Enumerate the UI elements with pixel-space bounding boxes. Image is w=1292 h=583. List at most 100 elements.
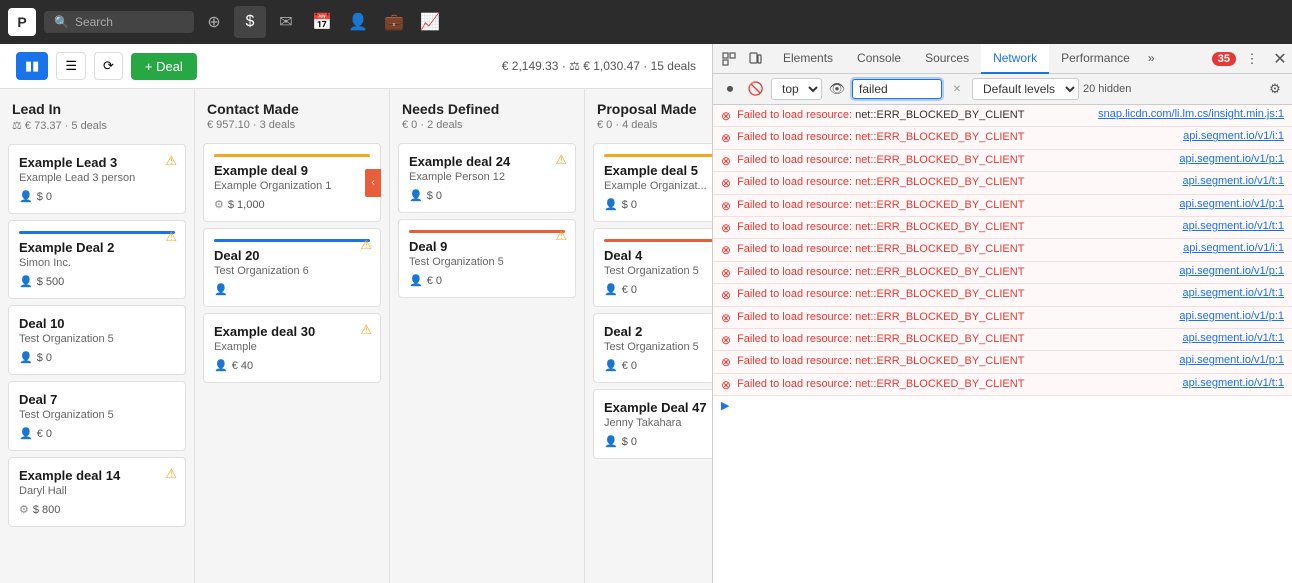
log-message: Failed to load resource: net::ERR_BLOCKE…	[737, 310, 1173, 325]
deal-card[interactable]: Example deal 30 Example 👤 € 40 ⚠	[203, 313, 381, 383]
log-source[interactable]: api.segment.io/v1/t:1	[1182, 332, 1284, 344]
deal-card[interactable]: Deal 2 Test Organization 5 👤 € 0	[593, 313, 712, 383]
view-list-button[interactable]: ☰	[56, 52, 86, 80]
log-source[interactable]: api.segment.io/v1/p:1	[1179, 265, 1284, 277]
nav-briefcase-icon[interactable]: 💼	[378, 6, 410, 38]
add-deal-button[interactable]: + Deal	[131, 53, 197, 80]
deal-title: Example deal 30	[214, 324, 370, 339]
column-header-contact-made: Contact Made € 957.10 · 3 deals	[195, 89, 389, 139]
tab-elements[interactable]: Elements	[771, 44, 845, 74]
search-box[interactable]: 🔍 Search	[44, 11, 194, 33]
log-source[interactable]: api.segment.io/v1/p:1	[1179, 153, 1284, 165]
view-kanban-button[interactable]: ▮▮	[16, 52, 48, 80]
log-source[interactable]: api.segment.io/v1/p:1	[1179, 198, 1284, 210]
log-source[interactable]: api.segment.io/v1/i:1	[1183, 242, 1284, 254]
deal-org: Jenny Takahara	[604, 417, 712, 429]
log-source[interactable]: api.segment.io/v1/t:1	[1182, 287, 1284, 299]
deal-card[interactable]: Example Deal 2 Simon Inc. 👤 $ 500 ⚠	[8, 220, 186, 299]
person-icon: 👤	[214, 283, 228, 296]
deal-card[interactable]: Deal 10 Test Organization 5 👤 $ 0	[8, 305, 186, 375]
nav-calendar-icon[interactable]: 📅	[306, 6, 338, 38]
log-expand-arrow[interactable]: ▶	[713, 396, 1292, 415]
deal-arrow-icon: ‹	[365, 169, 381, 197]
log-source[interactable]: snap.licdn.com/li.lm.cs/insight.min.js:1	[1098, 108, 1284, 120]
deal-card[interactable]: Example Deal 47 Jenny Takahara 👤 $ 0	[593, 389, 712, 459]
filter-input[interactable]	[852, 79, 942, 99]
deal-amount: $ 0	[37, 352, 52, 364]
warning-icon: ⚠	[555, 152, 567, 168]
color-bar	[214, 239, 370, 242]
log-source[interactable]: api.segment.io/v1/t:1	[1182, 175, 1284, 187]
inspect-element-icon[interactable]	[717, 47, 741, 71]
nav-chart-icon[interactable]: 📈	[414, 6, 446, 38]
view-settings-button[interactable]: ⟳	[94, 52, 123, 80]
settings-icon[interactable]: ⚙	[1264, 78, 1286, 100]
person-icon: 👤	[19, 351, 33, 364]
nav-mail-icon[interactable]: ✉	[270, 6, 302, 38]
column-cards-needs-defined: Example deal 24 Example Person 12 👤 $ 0 …	[390, 139, 584, 583]
devtools-toolbar: ⏺ 🚫 top 👁 ✕ Default levels 20 hidden ⚙	[713, 74, 1292, 105]
deal-org: Test Organization 6	[214, 265, 370, 277]
log-source[interactable]: api.segment.io/v1/t:1	[1182, 220, 1284, 232]
deal-amount: $ 0	[427, 190, 442, 202]
log-source[interactable]: api.segment.io/v1/i:1	[1183, 130, 1284, 142]
deal-card[interactable]: Deal 20 Test Organization 6 👤 ⚠	[203, 228, 381, 307]
clear-log-icon[interactable]: 🚫	[745, 78, 767, 100]
person-icon: 👤	[604, 435, 618, 448]
error-icon: ⊗	[721, 333, 731, 347]
tab-more[interactable]: »	[1142, 44, 1161, 74]
deal-amount: $ 500	[37, 276, 65, 288]
deal-amount: $ 1,000	[228, 199, 265, 211]
nav-person-icon[interactable]: 👤	[342, 6, 374, 38]
devtools-close-button[interactable]: ✕	[1268, 47, 1292, 71]
nav-dollar-icon[interactable]: $	[234, 6, 266, 38]
deal-card[interactable]: Deal 7 Test Organization 5 👤 € 0	[8, 381, 186, 451]
log-message: Failed to load resource: net::ERR_BLOCKE…	[737, 332, 1176, 347]
log-message: Failed to load resource: net::ERR_BLOCKE…	[737, 265, 1173, 280]
tab-console[interactable]: Console	[845, 44, 913, 74]
deal-card[interactable]: Example deal 14 Daryl Hall ⚙ $ 800 ⚠	[8, 457, 186, 527]
color-bar	[604, 154, 712, 157]
device-toggle-icon[interactable]	[743, 47, 767, 71]
deal-footer: 👤 $ 0	[409, 189, 565, 202]
eye-icon[interactable]: 👁	[826, 78, 848, 100]
nav-target-icon[interactable]: ⊕	[198, 6, 230, 38]
stop-recording-icon[interactable]: ⏺	[719, 78, 741, 100]
app-logo[interactable]: P	[8, 8, 36, 36]
scope-selector[interactable]: top	[771, 78, 822, 100]
error-icon: ⊗	[721, 109, 731, 123]
log-message: Failed to load resource: net::ERR_BLOCKE…	[737, 377, 1176, 392]
deal-amount: $ 0	[622, 436, 637, 448]
deal-title: Example deal 14	[19, 468, 175, 483]
deal-card[interactable]: Example deal 9 Example Organization 1 ⚙ …	[203, 143, 381, 222]
crm-panel: ▮▮ ☰ ⟳ + Deal € 2,149.33 · ⚖ € 1,030.47 …	[0, 44, 712, 583]
log-message: Failed to load resource: net::ERR_BLOCKE…	[737, 198, 1173, 213]
deal-card[interactable]: Example deal 5 Example Organizat... 👤 $ …	[593, 143, 712, 222]
deal-card[interactable]: Deal 4 Test Organization 5 👤 € 0	[593, 228, 712, 307]
tab-network[interactable]: Network	[981, 44, 1049, 74]
deal-card[interactable]: Deal 9 Test Organization 5 👤 € 0 ⚠	[398, 219, 576, 298]
log-source[interactable]: api.segment.io/v1/p:1	[1179, 354, 1284, 366]
deal-amount: $ 0	[37, 191, 52, 203]
deal-card[interactable]: Example deal 24 Example Person 12 👤 $ 0 …	[398, 143, 576, 213]
log-source[interactable]: api.segment.io/v1/t:1	[1182, 377, 1284, 389]
log-entry: ⊗ Failed to load resource: net::ERR_BLOC…	[713, 351, 1292, 373]
deal-amount: € 0	[622, 284, 637, 296]
deal-title: Deal 20	[214, 248, 370, 263]
warning-icon: ⚠	[165, 466, 177, 482]
devtools-menu-icon[interactable]: ⋮	[1240, 47, 1264, 71]
search-placeholder: Search	[75, 15, 113, 29]
tab-sources[interactable]: Sources	[913, 44, 981, 74]
warning-icon: ⚠	[360, 237, 372, 253]
clear-filter-icon[interactable]: ✕	[946, 78, 968, 100]
column-subtitle: € 957.10 · 3 deals	[207, 119, 377, 131]
deal-card[interactable]: Example Lead 3 Example Lead 3 person 👤 $…	[8, 144, 186, 214]
column-subtitle: € 0 · 2 deals	[402, 119, 572, 131]
deal-footer: 👤	[214, 283, 370, 296]
deal-footer: ⚙ $ 1,000	[214, 198, 370, 211]
tab-performance[interactable]: Performance	[1049, 44, 1142, 74]
person-icon: 👤	[19, 275, 33, 288]
log-source[interactable]: api.segment.io/v1/p:1	[1179, 310, 1284, 322]
log-level-selector[interactable]: Default levels	[972, 78, 1079, 100]
error-icon: ⊗	[721, 199, 731, 213]
